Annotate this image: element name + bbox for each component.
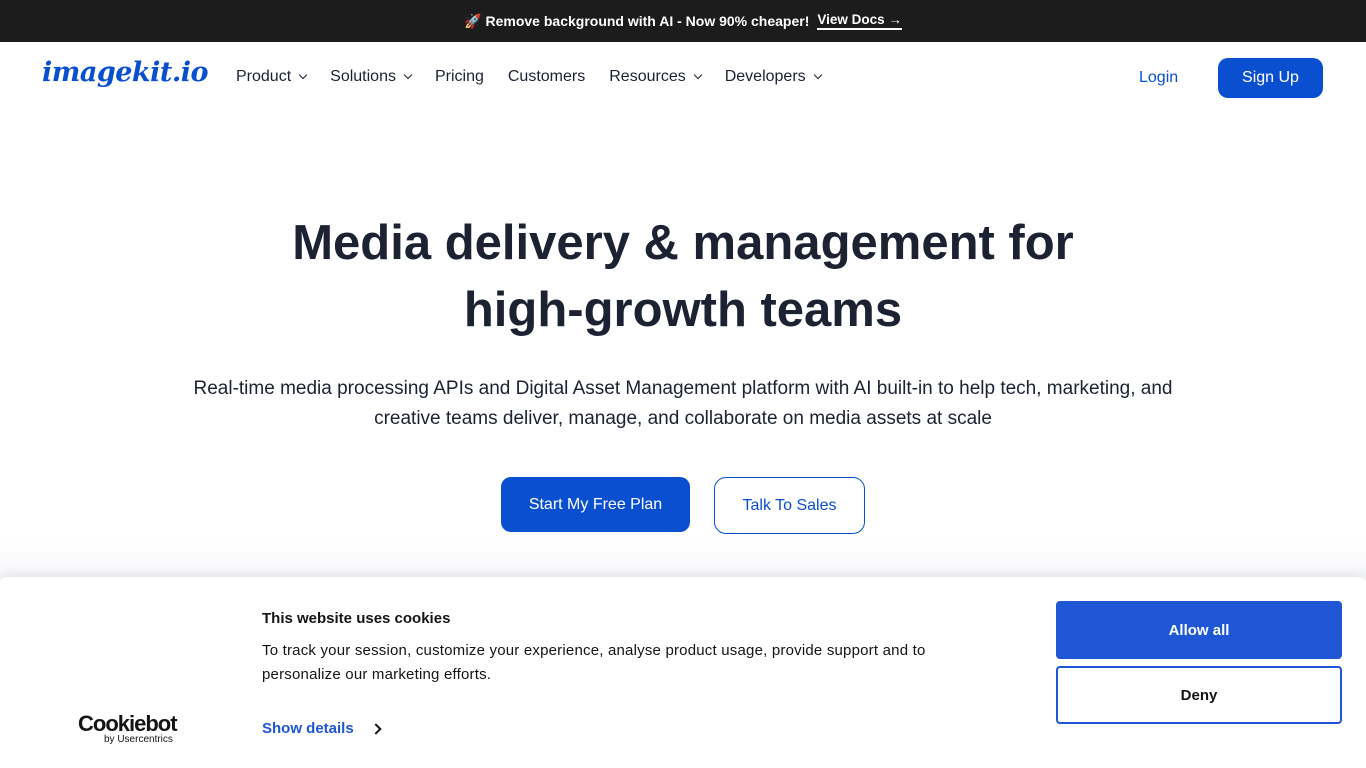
hero-title-line-1: Media delivery & management for	[292, 216, 1074, 270]
cookiebot-by: by Usercentrics	[104, 734, 173, 745]
chevron-down-icon	[298, 70, 308, 80]
imagekit-logo[interactable]: imagekit.io	[42, 57, 208, 88]
nav-label: Pricing	[434, 68, 484, 85]
cookiebot-brand: Cookiebot	[78, 711, 178, 736]
hero-fade	[0, 540, 1366, 580]
nav-label: Solutions	[330, 68, 396, 85]
nav-label: Resources	[609, 68, 686, 85]
login-link[interactable]: Login	[1139, 69, 1178, 87]
nav-label: Customers	[507, 68, 586, 85]
chevron-down-icon	[813, 70, 822, 80]
start-free-plan-button[interactable]: Start My Free Plan	[501, 477, 690, 532]
nav-label: Developers	[724, 68, 806, 85]
nav-item-customers[interactable]: Customers	[508, 68, 585, 86]
chevron-down-icon	[693, 70, 702, 80]
show-details-label: Show details	[262, 720, 354, 737]
view-docs-link[interactable]: View Docs →	[817, 12, 902, 30]
hero-subtitle-line-2: creative teams deliver, manage, and coll…	[374, 408, 992, 429]
chevron-right-icon	[370, 722, 382, 735]
hero-subtitle: Real-time media processing APIs and Digi…	[160, 374, 1206, 434]
deny-button[interactable]: Deny	[1056, 666, 1342, 724]
nav-item-resources[interactable]: Resources	[609, 68, 702, 86]
nav-label: Product	[236, 68, 292, 85]
show-details-link[interactable]: Show details	[262, 720, 382, 737]
rocket-icon: 🚀	[464, 12, 482, 29]
talk-to-sales-button[interactable]: Talk To Sales	[714, 477, 865, 534]
hero-title-line-2: high-growth teams	[463, 283, 903, 337]
main-nav: Product Solutions Pricing Customers Reso…	[236, 68, 845, 86]
site-header: imagekit.io Product Solutions Pricing Cu…	[0, 42, 1366, 114]
cookie-text: To track your session, customize your ex…	[262, 642, 926, 683]
hero-subtitle-line-1: Real-time media processing APIs and Digi…	[193, 378, 1173, 399]
chevron-down-icon	[403, 70, 413, 80]
cookiebot-logo: Cookiebot by Usercentrics	[78, 711, 178, 745]
nav-item-product[interactable]: Product	[236, 68, 308, 86]
signup-button[interactable]: Sign Up	[1218, 58, 1323, 98]
nav-item-solutions[interactable]: Solutions	[330, 68, 413, 86]
cookie-title: This website uses cookies	[262, 610, 451, 627]
allow-all-button[interactable]: Allow all	[1056, 601, 1342, 659]
nav-item-pricing[interactable]: Pricing	[435, 68, 484, 86]
hero-title: Media delivery & management for high-gro…	[0, 210, 1366, 344]
cookie-banner: Cookiebot by Usercentrics This website u…	[0, 577, 1366, 768]
nav-item-developers[interactable]: Developers	[724, 68, 822, 86]
announcement-text: Remove background with AI - Now 90% chea…	[485, 13, 810, 29]
announcement-bar: 🚀 Remove background with AI - Now 90% ch…	[0, 0, 1366, 42]
